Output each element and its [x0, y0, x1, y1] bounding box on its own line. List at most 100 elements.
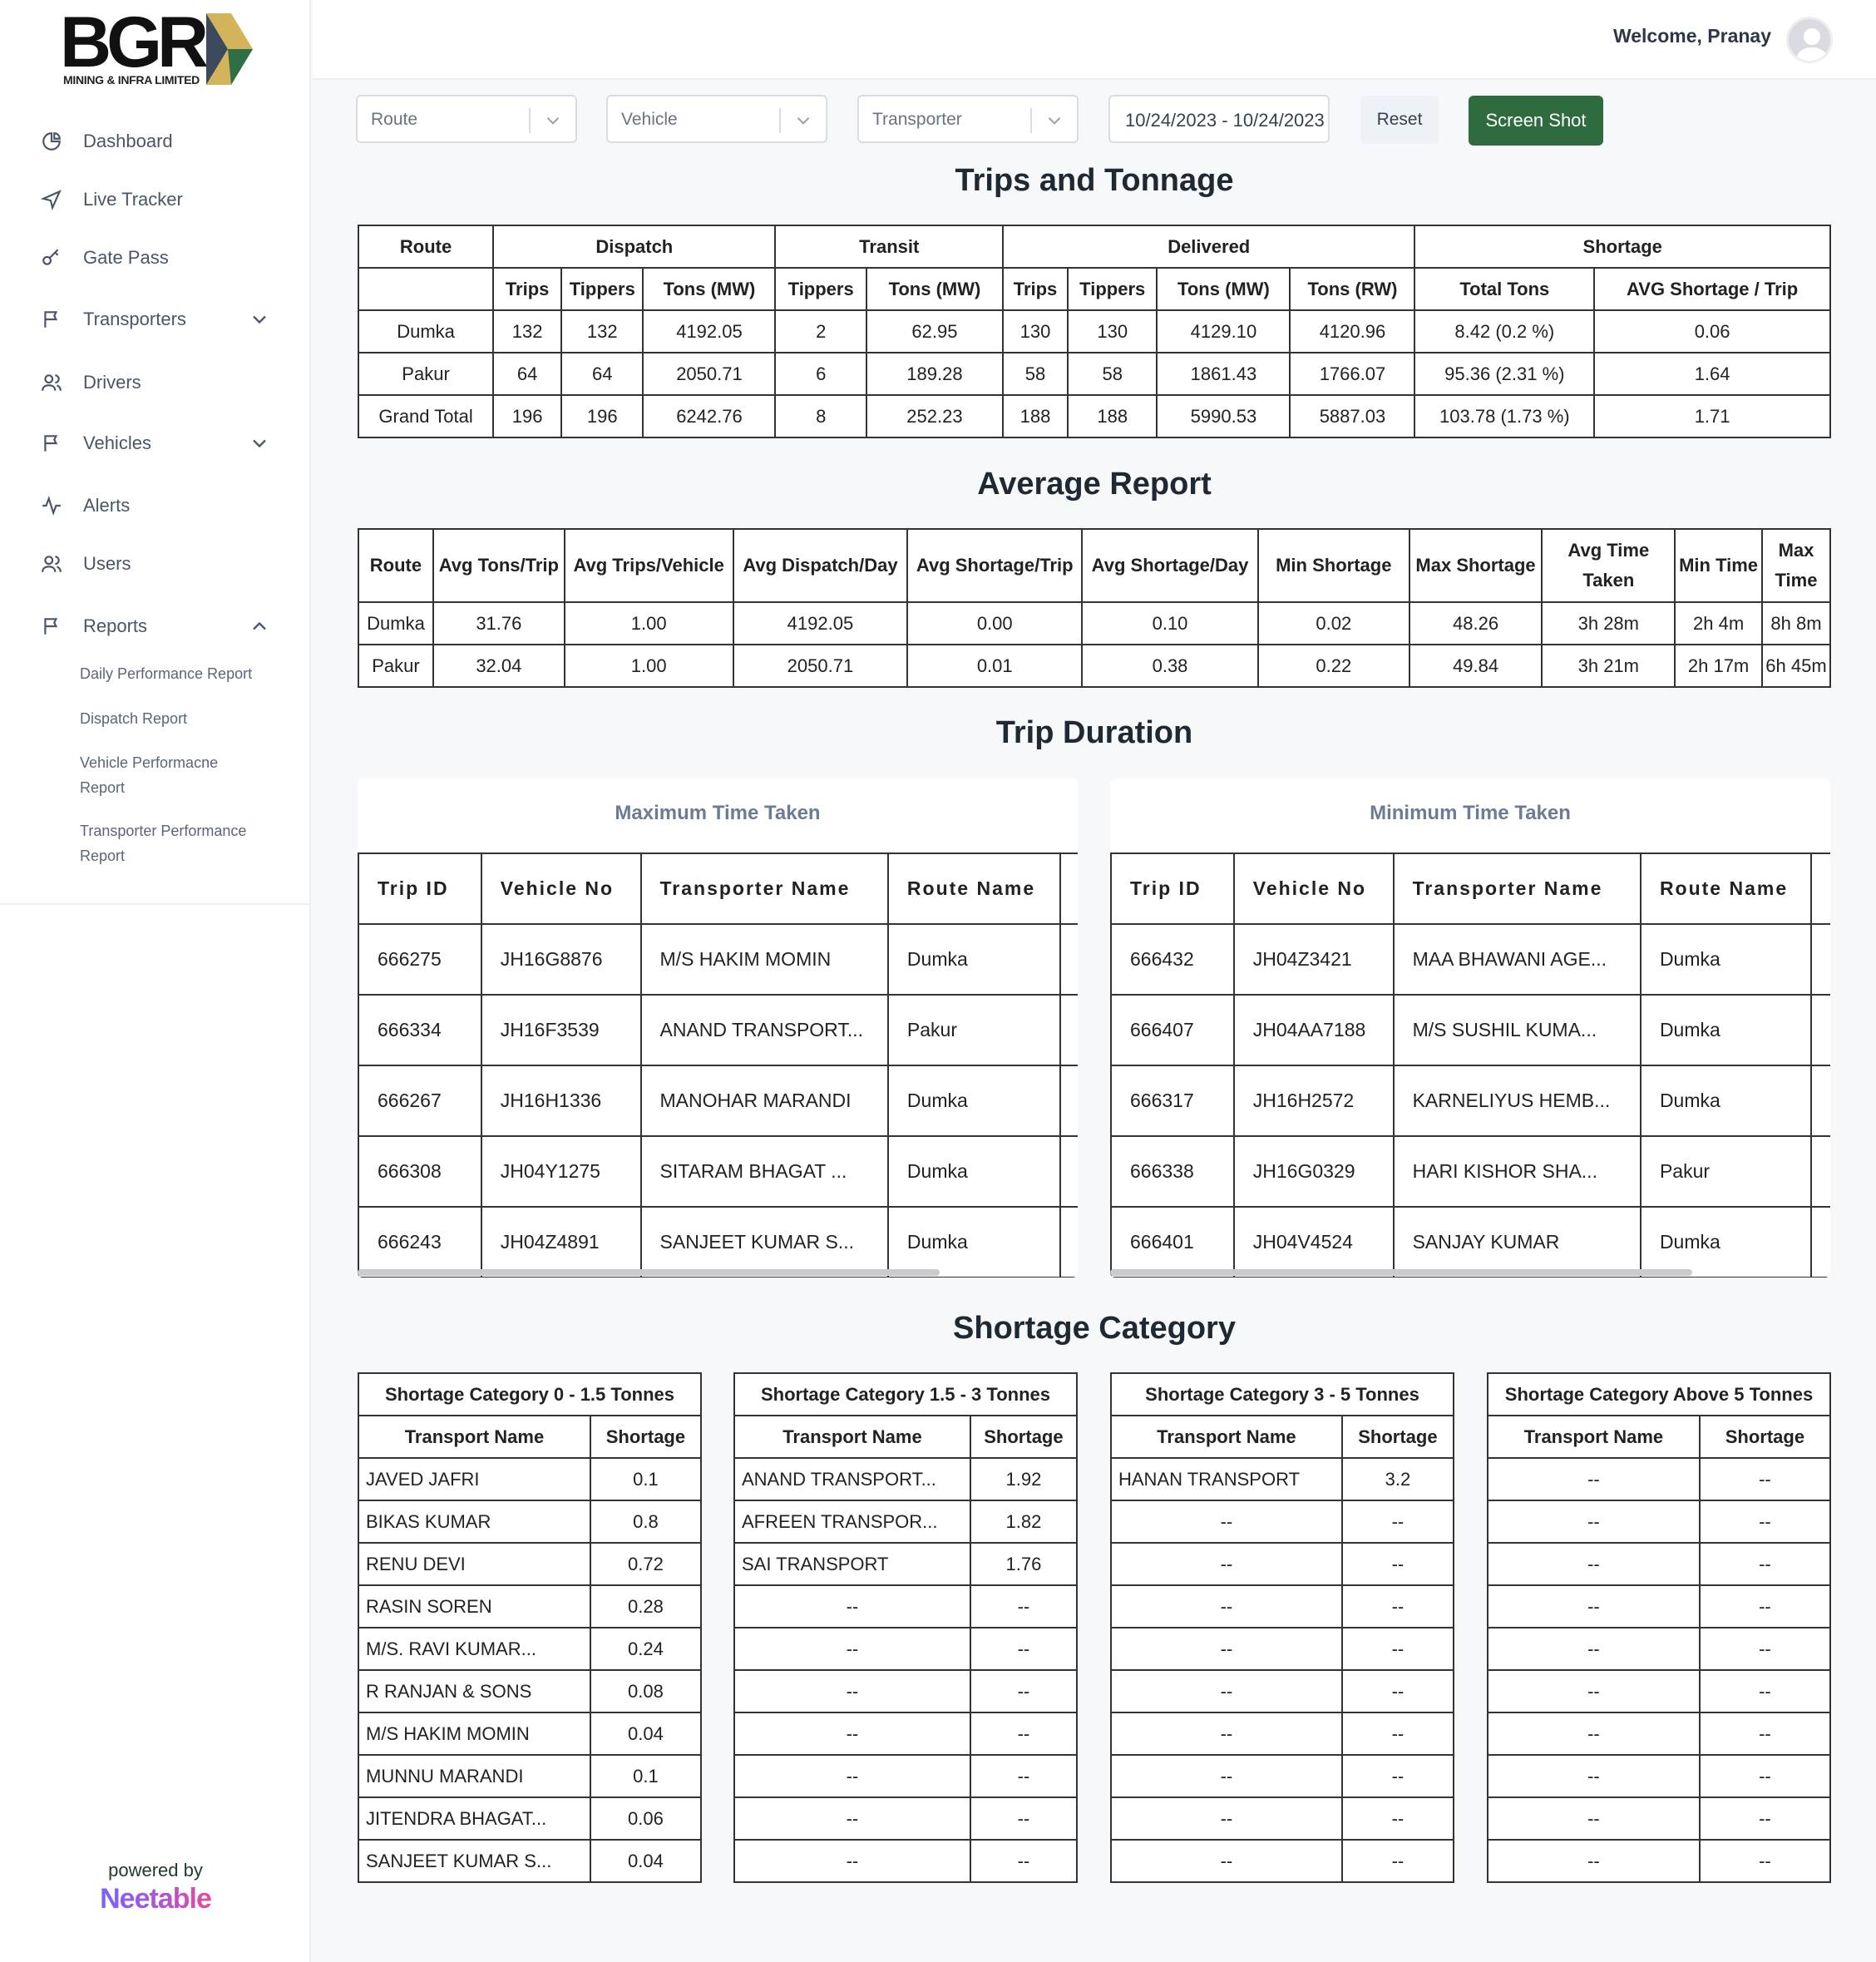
transport-name-cell: BIKAS KUMAR — [358, 1500, 591, 1544]
table-cell: Dumka — [1639, 1065, 1813, 1137]
avatar[interactable] — [1786, 17, 1833, 63]
nav-live-tracker[interactable]: Live Tracker — [40, 180, 183, 220]
table-cell: 1.00 — [563, 644, 734, 688]
column-header: Avg Tons/Trip — [432, 528, 565, 603]
column-header: Tippers — [774, 267, 867, 311]
table-cell: 3h 28m — [1541, 601, 1676, 645]
transport-name-cell: -- — [1110, 1796, 1343, 1841]
table-cell: Dumka — [358, 601, 434, 645]
nav-vehicles[interactable]: Vehicles — [40, 423, 266, 463]
trip-duration-title: Trip Duration — [995, 715, 1193, 750]
report-link-vehicle-performance[interactable]: Vehicle Performacne Report — [80, 750, 246, 800]
average-report-table: Route Avg Tons/Trip Avg Trips/Vehicle Av… — [358, 528, 1831, 688]
report-link-daily-performance[interactable]: Daily Performance Report — [80, 661, 279, 686]
chevron-down-icon[interactable] — [1044, 110, 1065, 131]
transporter-select[interactable]: Transporter — [857, 95, 1079, 143]
table-cell: Dumka — [1639, 1206, 1813, 1278]
table-cell: 58 — [1002, 352, 1069, 396]
column-header: Max Time — [1761, 528, 1831, 603]
neetable-logo[interactable]: Neetable — [0, 1883, 311, 1915]
vehicle-select[interactable]: Vehicle — [606, 95, 827, 143]
nav-reports[interactable]: Reports — [40, 606, 266, 646]
table-cell: MANOHAR MARANDI — [639, 1065, 889, 1137]
table-cell: JH04Z3421 — [1232, 923, 1395, 996]
transport-name-cell: MUNNU MARANDI — [358, 1754, 591, 1798]
table-cell: JH16F3539 — [480, 994, 642, 1066]
reset-button[interactable]: Reset — [1360, 96, 1439, 144]
report-link-dispatch[interactable]: Dispatch Report — [80, 706, 279, 731]
shortage-value-cell: 1.82 — [969, 1500, 1079, 1544]
shortage-cat-title: Shortage Category 1.5 - 3 Tonnes — [733, 1372, 1078, 1416]
chevron-up-icon[interactable] — [248, 615, 271, 638]
report-link-transporter-performance[interactable]: Transporter Performance Report — [80, 818, 279, 868]
table-cell: Dumka — [1639, 923, 1813, 996]
average-report-title: Average Report — [977, 467, 1212, 502]
chevron-down-icon[interactable] — [792, 110, 814, 131]
table-cell: 4192.05 — [642, 309, 777, 353]
shortage-value-cell: -- — [1698, 1500, 1832, 1544]
nav-drivers[interactable]: Drivers — [40, 363, 141, 403]
table-row: 666334 JH16F3539 ANAND TRANSPORT... Pakur — [358, 994, 1078, 1066]
route-select[interactable]: Route — [356, 95, 577, 143]
users-icon — [40, 371, 63, 394]
column-header: Shortage — [1698, 1415, 1832, 1459]
table-cell: 62.95 — [865, 309, 1005, 353]
nav-dashboard[interactable]: Dashboard — [40, 121, 173, 161]
table-cell: ANAND TRANSPORT... — [639, 994, 889, 1066]
table-row: -- -- — [733, 1754, 1079, 1798]
horizontal-scrollbar[interactable] — [1110, 1269, 1692, 1276]
table-cell: 4120.96 — [1289, 309, 1416, 353]
table-cell: 666267 — [358, 1065, 482, 1137]
nav-transporters[interactable]: Transporters — [40, 299, 266, 339]
table-row: 666267 JH16H1336 MANOHAR MARANDI Dumka — [358, 1065, 1078, 1137]
shortage-value-cell: -- — [1340, 1500, 1455, 1544]
table-cell: JH16H2572 — [1232, 1065, 1395, 1137]
table-row: M/S HAKIM MOMIN 0.04 — [358, 1712, 703, 1756]
table-cell: 31.76 — [432, 601, 565, 645]
chevron-down-icon[interactable] — [248, 432, 271, 455]
column-header: Tons (RW) — [1289, 267, 1416, 311]
chevron-down-icon[interactable] — [542, 110, 564, 131]
transport-name-cell: -- — [1487, 1627, 1701, 1671]
nav-gate-pass[interactable]: Gate Pass — [40, 238, 169, 278]
screenshot-button[interactable]: Screen Shot — [1469, 96, 1603, 146]
table-cell: Pakur — [1639, 1135, 1813, 1208]
table-cell: 1.00 — [563, 601, 734, 645]
shortage-value-cell: 1.76 — [969, 1542, 1079, 1586]
table-cell-clipped — [1059, 1206, 1078, 1278]
nav-users[interactable]: Users — [40, 544, 131, 584]
column-header: Route Name — [886, 853, 1062, 925]
pie-chart-icon — [40, 130, 63, 153]
table-row: 666243 JH04Z4891 SANJEET KUMAR S... Dumka — [358, 1206, 1078, 1278]
shortage-value-cell: -- — [969, 1669, 1079, 1713]
chevron-down-icon[interactable] — [248, 308, 271, 331]
table-cell-clipped — [1059, 994, 1078, 1066]
column-header: Max Shortage — [1408, 528, 1543, 603]
nav-drivers-label: Drivers — [83, 372, 141, 393]
date-range-input[interactable]: 10/24/2023 - 10/24/2023 — [1108, 95, 1330, 143]
shortage-value-cell: 3.2 — [1340, 1457, 1455, 1501]
nav-alerts[interactable]: Alerts — [40, 486, 130, 526]
shortage-cat-0-table: Shortage Category 0 - 1.5 Tonnes Transpo… — [358, 1372, 703, 1883]
column-header: Transport Name — [733, 1415, 971, 1459]
shortage-value-cell: -- — [1698, 1839, 1832, 1883]
user-avatar-icon — [1795, 28, 1829, 61]
table-row: JAVED JAFRI 0.1 — [358, 1457, 703, 1501]
shortage-value-cell: -- — [1340, 1712, 1455, 1756]
welcome-text: Welcome, Pranay — [1612, 25, 1771, 47]
table-row: -- -- — [1487, 1754, 1832, 1798]
shortage-value-cell: -- — [1340, 1584, 1455, 1628]
table-cell: Pakur — [886, 994, 1062, 1066]
shortage-value-cell: 0.1 — [589, 1754, 703, 1798]
shortage-value-cell: -- — [1340, 1542, 1455, 1586]
transport-name-cell: -- — [733, 1584, 971, 1628]
column-header: Vehicle No — [1232, 853, 1395, 925]
transport-name-cell: RASIN SOREN — [358, 1584, 591, 1628]
bgr-logo[interactable]: BGR MINING & INFRA LIMITED — [60, 7, 253, 88]
column-header: Transporter Name — [639, 853, 889, 925]
table-cell: Dumka — [886, 1135, 1062, 1208]
horizontal-scrollbar[interactable] — [358, 1269, 940, 1276]
transport-name-cell: -- — [733, 1712, 971, 1756]
transport-name-cell: -- — [733, 1839, 971, 1883]
table-row: 666308 JH04Y1275 SITARAM BHAGAT ... Dumka — [358, 1135, 1078, 1208]
